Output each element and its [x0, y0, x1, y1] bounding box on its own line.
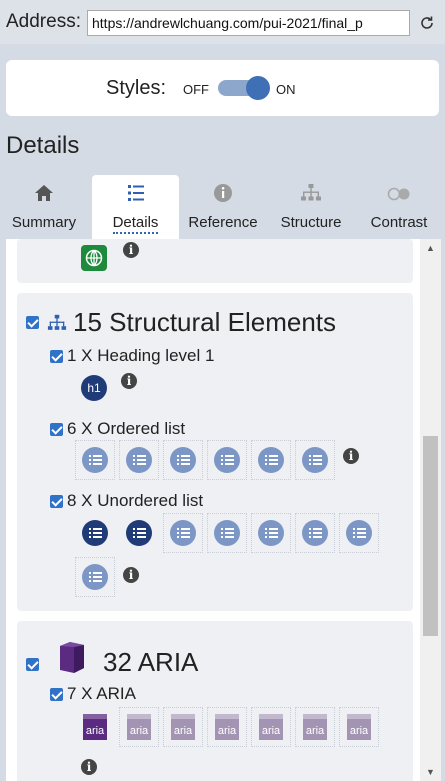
aria-icon[interactable]: aria [295, 707, 335, 747]
aria-cube-icon [57, 641, 87, 674]
info-icon[interactable]: i [343, 448, 359, 464]
globe-icon [81, 245, 107, 271]
styles-toggle-card: Styles: OFF ON [6, 60, 439, 116]
unordered-list-icon[interactable] [295, 513, 335, 553]
unordered-list-icon[interactable] [251, 513, 291, 553]
unordered-list-icon[interactable] [75, 557, 115, 597]
info-icon[interactable]: i [123, 567, 139, 583]
scroll-up-arrow-icon[interactable]: ▲ [420, 243, 441, 253]
home-icon [33, 182, 55, 209]
scrollbar[interactable]: ▲ ▼ [420, 239, 441, 781]
toggle-knob [246, 76, 270, 100]
contrast-icon [386, 182, 412, 209]
sitemap-icon [300, 182, 322, 209]
reload-icon[interactable] [414, 10, 440, 36]
ordered-list-icon[interactable] [163, 440, 203, 480]
tab-bar: Summary Details Reference Structure Cont… [0, 175, 445, 239]
previous-section-card: i [17, 239, 413, 283]
ordered-list-icon[interactable] [119, 440, 159, 480]
aria-icon[interactable]: aria [207, 707, 247, 747]
styles-label: Styles: [106, 77, 167, 99]
aria-icon[interactable]: aria [251, 707, 291, 747]
aria-icon[interactable]: aria [163, 707, 203, 747]
details-panel: i 15 Structural Elements 1 X Heading lev… [6, 239, 441, 781]
tab-reference[interactable]: Reference [183, 175, 263, 239]
group-ordered-list: 6 X Ordered list [50, 419, 185, 439]
page-title: Details [6, 132, 80, 159]
unordered-list-checkbox[interactable] [50, 494, 63, 508]
info-icon [212, 182, 234, 209]
unordered-list-icon[interactable] [207, 513, 247, 553]
ordered-list-icon[interactable] [295, 440, 335, 480]
styles-on-label: ON [276, 82, 296, 97]
address-label: Address: [6, 11, 81, 32]
unordered-list-icon[interactable] [75, 513, 115, 553]
aria-icon[interactable]: aria [119, 707, 159, 747]
info-icon[interactable]: i [123, 242, 139, 258]
group-heading-level-1: 1 X Heading level 1 [50, 346, 214, 366]
tab-contrast[interactable]: Contrast [360, 175, 438, 239]
unordered-list-icon[interactable] [339, 513, 379, 553]
aria-group-checkbox[interactable] [50, 687, 63, 701]
aria-icon[interactable]: aria [75, 707, 115, 747]
group-unordered-list: 8 X Unordered list [50, 491, 203, 511]
aria-title-text: 32 ARIA [103, 647, 199, 677]
structural-title-text: 15 Structural Elements [73, 307, 337, 337]
structural-checkbox[interactable] [26, 316, 39, 329]
aria-checkbox[interactable] [26, 658, 39, 671]
unordered-list-icon[interactable] [119, 513, 159, 553]
tab-structure[interactable]: Structure [270, 175, 352, 239]
ordered-list-icon[interactable] [251, 440, 291, 480]
structural-elements-card: 15 Structural Elements 1 X Heading level… [17, 293, 413, 611]
aria-card: 32 ARIA 7 X ARIA aria aria aria aria ari… [17, 621, 413, 781]
heading-checkbox[interactable] [50, 349, 63, 363]
info-icon[interactable]: i [121, 373, 137, 389]
group-aria: 7 X ARIA [50, 684, 136, 704]
scrollbar-thumb[interactable] [423, 436, 438, 636]
section-title-aria: 32 ARIA [26, 637, 198, 678]
ordered-list-icon[interactable] [207, 440, 247, 480]
list-icon [125, 182, 147, 209]
styles-off-label: OFF [183, 82, 209, 97]
ordered-list-icon[interactable] [75, 440, 115, 480]
tab-summary[interactable]: Summary [0, 175, 88, 239]
unordered-list-icon[interactable] [163, 513, 203, 553]
address-bar: Address: https://andrewlchuang.com/pui-2… [0, 0, 445, 44]
aria-icon[interactable]: aria [339, 707, 379, 747]
tab-details[interactable]: Details [92, 175, 179, 239]
info-icon[interactable]: i [81, 759, 97, 775]
address-input[interactable]: https://andrewlchuang.com/pui-2021/final… [87, 10, 410, 36]
sitemap-icon [47, 313, 67, 333]
ordered-list-checkbox[interactable] [50, 422, 63, 436]
h1-icon[interactable]: h1 [81, 375, 107, 401]
section-title-structural: 15 Structural Elements [26, 307, 336, 338]
scroll-down-arrow-icon[interactable]: ▼ [420, 767, 441, 777]
styles-toggle[interactable] [218, 76, 270, 100]
